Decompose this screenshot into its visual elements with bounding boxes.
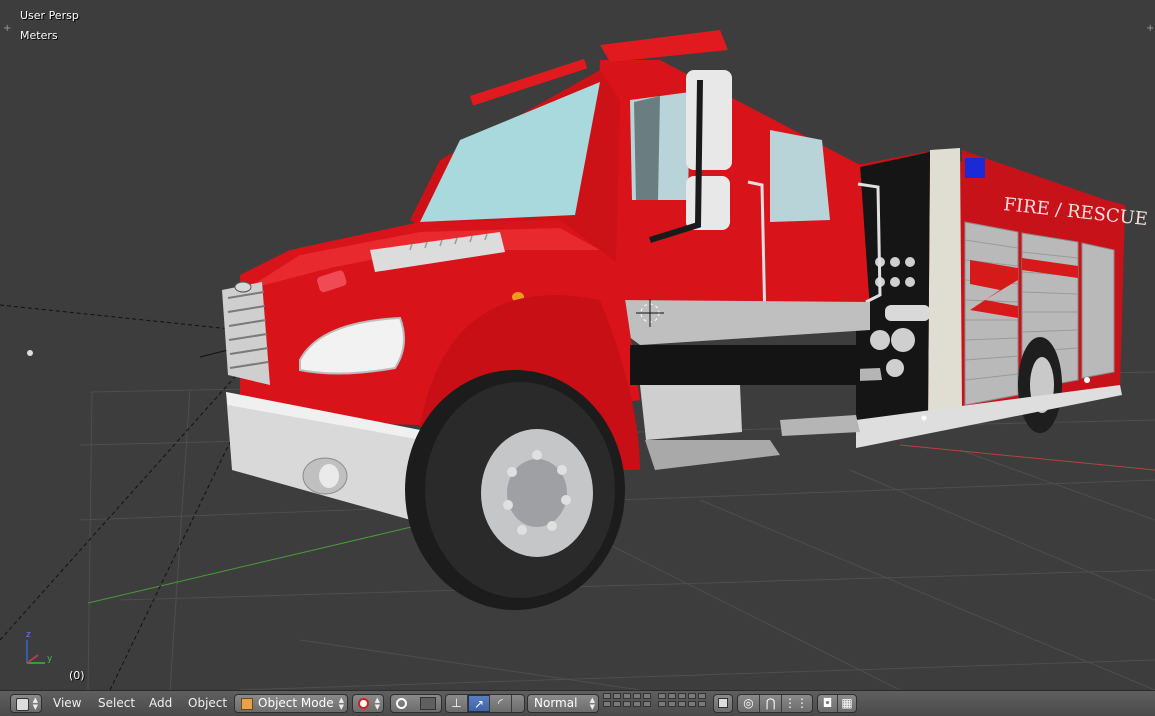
pivot-point-icon xyxy=(396,698,407,709)
frame-label: (0) xyxy=(69,669,85,682)
orientation-label: Normal xyxy=(534,696,578,710)
updown-arrows-icon: ▲ ▼ xyxy=(338,696,344,711)
snap-element-icon[interactable]: ⋮⋮ xyxy=(782,695,810,712)
camera-render-icon[interactable]: ◘ xyxy=(818,695,838,712)
object-cube-icon xyxy=(241,698,253,710)
proportional-edit-icon[interactable]: ◎ xyxy=(738,695,760,712)
scene-layers-a[interactable] xyxy=(603,693,653,712)
lamp-point[interactable] xyxy=(27,350,33,356)
pivot-point-selector[interactable] xyxy=(390,694,442,713)
menu-view[interactable]: View xyxy=(53,694,81,713)
scene-render[interactable]: FIRE / RESCUE z y xyxy=(0,0,1155,690)
render-group: ◘ ▦ xyxy=(817,694,857,713)
viewport-shading-selector[interactable]: ▲ ▼ xyxy=(352,694,384,713)
mode-selector[interactable]: Object Mode ▲ ▼ xyxy=(234,694,348,713)
scene-layers-b[interactable] xyxy=(658,693,708,712)
3d-view-header: ▲ ▼ View Select Add Object Object Mode ▲ ▼… xyxy=(0,690,1155,716)
lock-layer-button[interactable] xyxy=(713,694,733,713)
mode-label: Object Mode xyxy=(258,696,334,710)
rotate-icon[interactable]: ◜ xyxy=(490,695,512,712)
solid-sphere-icon xyxy=(358,698,369,709)
units-label: Meters xyxy=(20,29,58,42)
translate-icon[interactable]: ↗ xyxy=(468,695,490,712)
transform-orientation-selector[interactable]: Normal ▲ ▼ xyxy=(527,694,599,713)
manipulator-group: ⊥↗◜⤢ xyxy=(445,694,525,716)
clapper-render-icon[interactable]: ▦ xyxy=(838,695,856,712)
updown-arrows-icon: ▲ ▼ xyxy=(589,696,595,711)
updown-arrows-icon: ▲ ▼ xyxy=(374,696,380,711)
updown-arrows-icon: ▲ ▼ xyxy=(32,696,38,711)
proportional-snap-group: ◎ ⋂ ⋮⋮ xyxy=(737,694,813,713)
manipulator-toggle-icon[interactable]: ⊥ xyxy=(446,695,468,712)
blender-window: FIRE / RESCUE z y User Persp Meters (0) … xyxy=(0,0,1155,716)
menu-select[interactable]: Select xyxy=(98,694,135,713)
view-name-label: User Persp xyxy=(20,9,79,22)
menu-object[interactable]: Object xyxy=(188,694,227,713)
3d-viewport[interactable]: FIRE / RESCUE z y User Persp Meters (0) … xyxy=(0,0,1155,690)
editor-type-selector[interactable]: ▲ ▼ xyxy=(10,694,42,713)
magnet-icon[interactable]: ⋂ xyxy=(760,695,782,712)
axis-y-label: y xyxy=(47,654,53,664)
menu-add[interactable]: Add xyxy=(149,694,172,713)
region-expand-left-icon[interactable]: + xyxy=(3,24,11,34)
axis-z-label: z xyxy=(26,630,31,640)
region-expand-right-icon[interactable]: + xyxy=(1146,24,1154,34)
pivot-toggle-icon[interactable] xyxy=(420,697,436,710)
3d-view-cube-icon xyxy=(16,698,29,711)
layer-lock-icon xyxy=(718,698,728,708)
